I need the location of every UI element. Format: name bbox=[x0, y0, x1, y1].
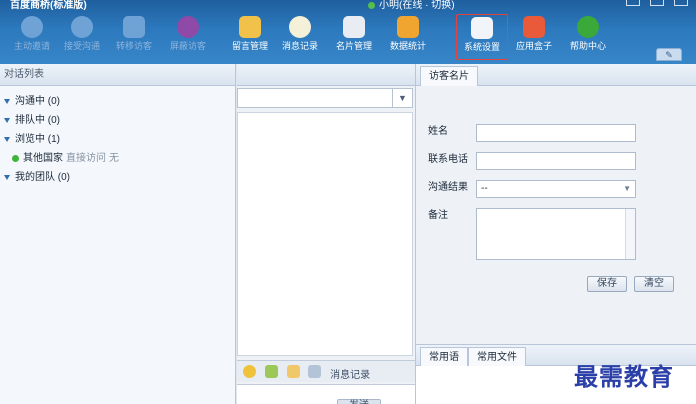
toolbar-label: 消息记录 bbox=[281, 41, 318, 51]
toolbar-help-button[interactable]: 帮助中心 bbox=[562, 14, 614, 60]
block-icon bbox=[177, 16, 199, 38]
more-icon[interactable] bbox=[308, 365, 322, 378]
send-button[interactable]: 发送 bbox=[337, 399, 381, 404]
toolbar-accept-button[interactable]: 接受沟通 bbox=[56, 14, 108, 60]
clear-button[interactable]: 清空 bbox=[634, 276, 674, 292]
expand-icon bbox=[4, 174, 10, 180]
status-text: 小明(在线 · 切换) bbox=[379, 0, 455, 11]
clock-icon bbox=[289, 16, 311, 38]
tab-visitor-card[interactable]: 访客名片 bbox=[420, 66, 478, 86]
toolbar-transfer-button[interactable]: 转移访客 bbox=[108, 14, 160, 60]
group-browsing[interactable]: 浏览中 (1) bbox=[0, 130, 235, 149]
minimize-icon[interactable] bbox=[626, 0, 640, 6]
expand-icon bbox=[4, 136, 10, 142]
chat-message-area[interactable] bbox=[237, 112, 413, 356]
toolbar-label: 系统设置 bbox=[463, 42, 500, 52]
toolbar-label: 名片管理 bbox=[335, 41, 372, 51]
toolbar-label: 留言管理 bbox=[231, 41, 268, 51]
chevron-down-icon[interactable]: ▼ bbox=[392, 89, 412, 107]
toolbar-apps-button[interactable]: 应用盒子 bbox=[508, 14, 560, 60]
group-queue[interactable]: 排队中 (0) bbox=[0, 111, 235, 130]
visitor-item[interactable]: 其他国家 直接访问无 bbox=[0, 149, 235, 168]
chat-toolbar: 消息记录 bbox=[237, 360, 415, 382]
id-card-icon bbox=[343, 16, 365, 38]
close-icon[interactable] bbox=[674, 0, 688, 6]
apps-grid-icon bbox=[523, 16, 545, 38]
login-status[interactable]: 小明(在线 · 切换) bbox=[368, 0, 455, 11]
toolbar-history-button[interactable]: 消息记录 bbox=[274, 14, 326, 60]
phone-label: 联系电话 bbox=[428, 154, 468, 165]
toolbar-label: 屏蔽访客 bbox=[169, 41, 206, 51]
toolbar-label: 接受沟通 bbox=[63, 41, 100, 51]
toolbar-label: 转移访客 bbox=[115, 41, 152, 51]
window-controls bbox=[626, 0, 688, 6]
conversation-list-title: 对话列表 bbox=[0, 64, 235, 86]
chat-panel: ▼ 消息记录 发送 bbox=[237, 64, 415, 404]
wrench-icon[interactable]: ✎ bbox=[656, 48, 682, 61]
transfer-user-icon bbox=[123, 16, 145, 38]
envelope-icon bbox=[239, 16, 261, 38]
chevron-down-icon: ▼ bbox=[623, 184, 631, 193]
save-button[interactable]: 保存 bbox=[587, 276, 627, 292]
expand-icon bbox=[4, 98, 10, 104]
group-my-team[interactable]: 我的团队 (0) bbox=[0, 168, 235, 187]
result-select[interactable]: -- ▼ bbox=[476, 180, 636, 198]
message-history-link[interactable]: 消息记录 bbox=[330, 366, 370, 381]
note-scrollbar[interactable] bbox=[625, 209, 635, 259]
toolbar-cards-button[interactable]: 名片管理 bbox=[328, 14, 380, 60]
toolbar-invite-button[interactable]: 主动邀请 bbox=[6, 14, 58, 60]
watermark: 最需教育 bbox=[574, 362, 674, 391]
expand-icon bbox=[4, 117, 10, 123]
screenshot-icon[interactable] bbox=[264, 365, 278, 378]
visitor-card-tabs: 访客名片 bbox=[416, 64, 696, 86]
online-status-icon bbox=[368, 1, 375, 9]
title-row: 百度商桥(标准版) 小明(在线 · 切换) bbox=[0, 0, 696, 11]
tab-common-files[interactable]: 常用文件 bbox=[468, 347, 526, 367]
toolbar-messages-button[interactable]: 留言管理 bbox=[224, 14, 276, 60]
toolbar-stats-button[interactable]: 数据统计 bbox=[382, 14, 434, 60]
note-label: 备注 bbox=[428, 210, 448, 221]
bar-chart-icon bbox=[397, 16, 419, 38]
conversation-tree: 沟通中 (0) 排队中 (0) 浏览中 (1) 其他国家 直接访问无 我的团队 (… bbox=[0, 86, 235, 187]
main-toolbar: 主动邀请 接受沟通 转移访客 屏蔽访客 留言管理 消息记录 名片管理 数据统计 系统设置 应用盒子… bbox=[0, 14, 696, 62]
result-value: -- bbox=[481, 183, 488, 194]
settings-panel-icon bbox=[471, 17, 493, 39]
conversation-list-panel: 对话列表 沟通中 (0) 排队中 (0) 浏览中 (1) 其他国家 直接访问无 我… bbox=[0, 64, 236, 404]
chat-bubble-icon bbox=[21, 16, 43, 38]
name-field[interactable] bbox=[476, 124, 636, 142]
window-title: 百度商桥(标准版) bbox=[10, 0, 87, 11]
chat-bubbles-icon bbox=[71, 16, 93, 38]
note-textarea[interactable] bbox=[476, 208, 636, 260]
toolbar-block-button[interactable]: 屏蔽访客 bbox=[162, 14, 214, 60]
result-label: 沟通结果 bbox=[428, 182, 468, 193]
visitor-online-icon bbox=[12, 154, 19, 162]
name-label: 姓名 bbox=[428, 126, 448, 137]
chat-select-dropdown[interactable]: ▼ bbox=[237, 88, 413, 108]
phone-field[interactable] bbox=[476, 152, 636, 170]
app-header: 百度商桥(标准版) 小明(在线 · 切换) 主动邀请 接受沟通 转移访客 屏蔽访客 留言… bbox=[0, 0, 696, 64]
group-chatting[interactable]: 沟通中 (0) bbox=[0, 92, 235, 111]
help-icon bbox=[577, 16, 599, 38]
toolbar-label: 帮助中心 bbox=[569, 41, 606, 51]
emoji-icon[interactable] bbox=[243, 365, 256, 378]
toolbar-label: 应用盒子 bbox=[515, 41, 552, 51]
maximize-icon[interactable] bbox=[650, 0, 664, 6]
toolbar-settings-button[interactable]: 系统设置 bbox=[456, 14, 508, 60]
visitor-card-panel: 访客名片 姓名 联系电话 沟通结果 -- ▼ 备注 保存 清空 常用语 常用文件 bbox=[415, 64, 696, 404]
file-icon[interactable] bbox=[286, 365, 300, 378]
toolbar-label: 主动邀请 bbox=[13, 41, 50, 51]
chat-header bbox=[237, 64, 415, 86]
chat-input[interactable] bbox=[237, 384, 415, 404]
tab-common-phrases[interactable]: 常用语 bbox=[420, 347, 468, 367]
toolbar-label: 数据统计 bbox=[389, 41, 426, 51]
